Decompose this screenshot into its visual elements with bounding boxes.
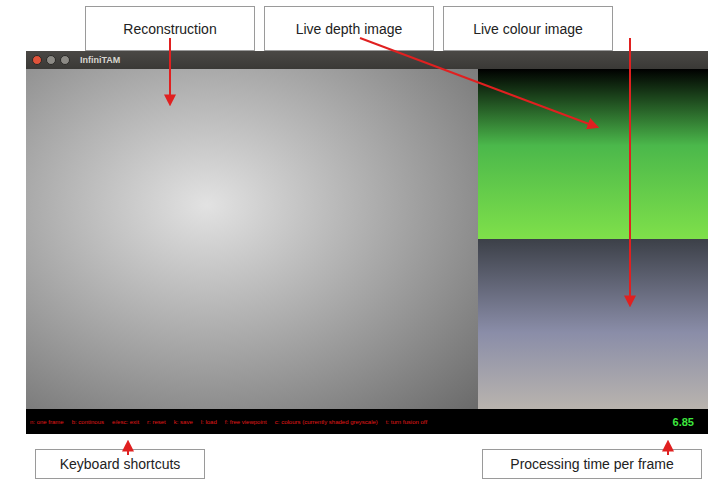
status-bar: n: one frame b: continous e/esc: exit r: re… [26,409,708,434]
arrows [0,0,720,498]
colour-view [478,239,708,409]
shortcut: b: continous [72,419,104,425]
depth-label: Live depth image [264,6,434,51]
maximize-button[interactable] [60,55,70,65]
reconstruction-label: Reconstruction [85,6,255,51]
depth-view [478,69,708,239]
annotated-screenshot: ReconstructionLive depth imageLive colou… [0,0,720,498]
close-button[interactable] [32,55,42,65]
shortcut: c: colours (currently shaded greyscale) [275,419,378,425]
shortcut: r: reset [147,419,166,425]
colour-label: Live colour image [443,6,613,51]
views [26,69,708,409]
title-bar: InfiniTAM [26,51,708,69]
processing-time: 6.85 [673,416,694,428]
bottom-annotations: Keyboard shortcuts Processing time per fr… [0,434,720,479]
shortcut: l: load [201,419,217,425]
time-arrow-icon [667,442,669,455]
shortcut: k: save [174,419,193,425]
shortcut: f: free viewpoint [225,419,267,425]
reconstruction-arrow-icon [169,38,171,104]
time-label: Processing time per frame [482,449,702,479]
window-title: InfiniTAM [80,55,120,65]
app-window: InfiniTAM n: one frame b: continous e/esc: … [26,51,708,434]
shortcuts-arrow-icon [127,442,129,455]
live-views [478,69,708,409]
shortcuts-label: Keyboard shortcuts [35,449,205,479]
minimize-button[interactable] [46,55,56,65]
depth-arrow-icon [360,38,597,127]
top-annotations: ReconstructionLive depth imageLive colou… [0,0,720,51]
shortcut: e/esc: exit [112,419,139,425]
shortcut-list: n: one frame b: continous e/esc: exit r: re… [30,419,427,425]
shortcut: n: one frame [30,419,64,425]
reconstruction-view[interactable] [26,69,478,409]
shortcut: t: turn fusion off [386,419,427,425]
colour-arrow-icon [629,38,631,305]
